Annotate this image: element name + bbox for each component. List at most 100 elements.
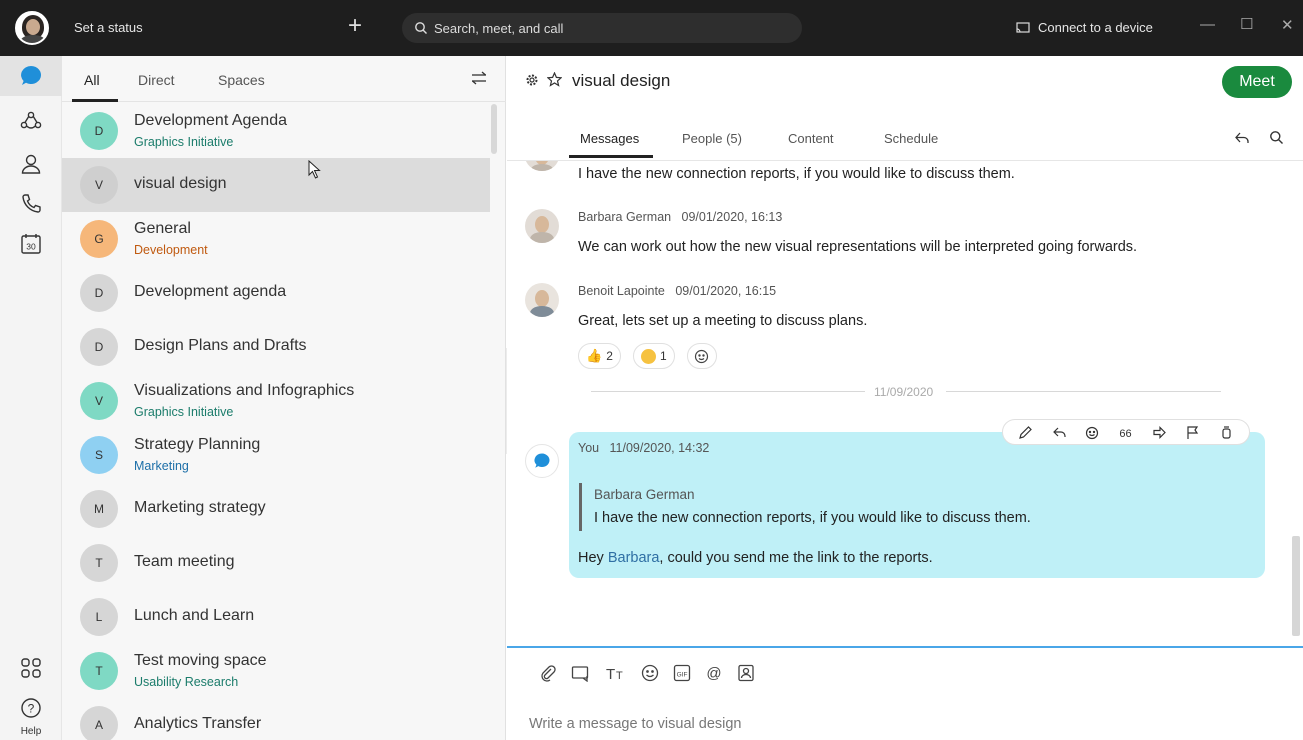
quote-icon[interactable]: 66 — [1118, 425, 1133, 440]
help-icon[interactable]: ? — [0, 688, 62, 728]
connect-to-device-button[interactable]: Connect to a device — [1016, 20, 1153, 35]
react-icon[interactable] — [1085, 425, 1100, 440]
tab-spaces[interactable]: Spaces — [218, 72, 265, 88]
minimize-icon[interactable]: — — [1200, 16, 1215, 33]
tab-messages[interactable]: Messages — [580, 131, 639, 146]
list-item-space[interactable]: T Team meeting — [62, 536, 490, 590]
list-item-space[interactable]: T Test moving space Usability Research — [62, 644, 490, 698]
close-icon[interactable]: ✕ — [1281, 16, 1294, 34]
tab-content[interactable]: Content — [788, 131, 834, 146]
user-avatar[interactable] — [15, 11, 49, 45]
share-icon[interactable] — [1234, 130, 1250, 146]
filter-icon[interactable] — [470, 70, 488, 86]
search-placeholder: Search, meet, and call — [434, 20, 564, 36]
calendar-icon[interactable]: 30 — [0, 224, 62, 264]
message-meta: You 11/09/2020, 14:32 — [578, 441, 709, 455]
mention[interactable]: Barbara — [608, 550, 660, 566]
search-icon[interactable] — [1269, 130, 1284, 145]
space-avatar: S — [80, 436, 118, 474]
list-item-space[interactable]: D Design Plans and Drafts — [62, 320, 490, 374]
list-item-space[interactable]: G General Development — [62, 212, 490, 266]
message-author[interactable]: Benoit Lapointe — [578, 284, 665, 298]
reaction-count: 2 — [606, 349, 613, 363]
space-name: Team meeting — [134, 553, 235, 570]
contact-card-icon[interactable] — [737, 664, 755, 682]
settings-gear-icon[interactable] — [525, 73, 539, 87]
space-team: Graphics Initiative — [134, 135, 234, 149]
text-after: , could you send me the link to the repo… — [659, 550, 933, 566]
cast-icon — [1016, 21, 1030, 33]
tab-schedule[interactable]: Schedule — [884, 131, 938, 146]
space-name: Development agenda — [134, 283, 287, 300]
reaction-count: 1 — [660, 349, 667, 363]
avatar-benoit-lapointe[interactable] — [525, 283, 559, 317]
attach-icon[interactable] — [539, 664, 557, 682]
calls-icon[interactable] — [0, 184, 62, 224]
meet-button[interactable]: Meet — [1222, 66, 1292, 98]
new-space-button[interactable]: + — [348, 14, 362, 38]
own-avatar[interactable] — [525, 444, 559, 478]
date-separator: 11/09/2020 — [874, 385, 934, 399]
list-item-space[interactable]: Vvisual design — [62, 158, 490, 212]
emoji-icon[interactable] — [641, 664, 659, 682]
connect-label: Connect to a device — [1038, 20, 1153, 35]
tab-people[interactable]: People (5) — [682, 131, 742, 146]
message-text: Great, lets set up a meeting to discuss … — [578, 313, 868, 329]
quote-text: I have the new connection reports, if yo… — [594, 510, 1031, 526]
tab-all[interactable]: All — [84, 72, 100, 88]
list-item-space[interactable]: L Lunch and Learn — [62, 590, 490, 644]
list-item-space[interactable]: S Strategy Planning Marketing — [62, 428, 490, 482]
gif-icon[interactable]: GIF — [673, 664, 691, 682]
message-action-bar: 66 — [1002, 419, 1250, 445]
reaction-thumbs-up[interactable]: 👍 2 — [578, 343, 621, 369]
set-status-button[interactable]: Set a status — [74, 20, 143, 35]
tab-direct[interactable]: Direct — [138, 72, 175, 88]
svg-text:?: ? — [28, 702, 35, 716]
format-icon[interactable]: TT — [605, 664, 627, 682]
conversation-panel: visual design Meet Messages People (5) C… — [507, 56, 1303, 740]
list-item-space[interactable]: M Marketing strategy — [62, 482, 490, 536]
space-avatar: D — [80, 274, 118, 312]
mention-icon[interactable]: @ — [705, 664, 723, 682]
add-reaction-button[interactable] — [687, 343, 717, 369]
teams-icon[interactable] — [0, 102, 62, 142]
space-avatar: G — [80, 220, 118, 258]
message-author[interactable]: Barbara German — [578, 210, 671, 224]
edit-icon[interactable] — [1018, 425, 1033, 440]
delete-icon[interactable] — [1219, 425, 1234, 440]
own-message-text: Hey Barbara, could you send me the link … — [578, 550, 933, 566]
reply-icon[interactable] — [1052, 425, 1067, 440]
flag-icon[interactable] — [1185, 425, 1200, 440]
list-item-space[interactable]: A Analytics Transfer — [62, 698, 490, 740]
avatar[interactable] — [525, 161, 559, 171]
message-input[interactable] — [529, 712, 1269, 736]
contacts-icon[interactable] — [0, 144, 62, 184]
space-avatar: L — [80, 598, 118, 636]
list-item-space[interactable]: V Visualizations and Infographics Graphics… — [62, 374, 490, 428]
conversation-scrollbar[interactable] — [1292, 536, 1300, 636]
composer-divider — [507, 646, 1303, 648]
list-item-space[interactable]: D Development agenda — [62, 266, 490, 320]
space-team: Graphics Initiative — [134, 405, 234, 419]
header-divider — [507, 160, 1303, 161]
forward-icon[interactable] — [1152, 425, 1167, 440]
quote-bar — [579, 483, 582, 531]
apps-icon[interactable] — [0, 648, 62, 688]
svg-text:T: T — [606, 666, 615, 682]
star-icon[interactable] — [547, 72, 562, 87]
search-bar[interactable]: Search, meet, and call — [402, 13, 802, 43]
messaging-icon[interactable] — [0, 56, 62, 96]
avatar-barbara-german[interactable] — [525, 209, 559, 243]
maximize-icon[interactable]: ☐ — [1240, 15, 1253, 33]
space-avatar: T — [80, 652, 118, 690]
space-name: Design Plans and Drafts — [134, 337, 307, 354]
space-name: visual design — [134, 175, 227, 192]
space-avatar: V — [80, 382, 118, 420]
filter-tabs: All Direct Spaces — [62, 56, 506, 102]
list-item-space[interactable]: D Development Agenda Graphics Initiative — [62, 104, 490, 158]
space-name: Development Agenda — [134, 112, 287, 129]
message-timestamp: 09/01/2020, 16:13 — [681, 210, 783, 224]
reaction-laughing[interactable]: 1 — [633, 343, 675, 369]
screenshot-icon[interactable] — [571, 664, 591, 682]
list-scrollbar[interactable] — [491, 104, 497, 154]
